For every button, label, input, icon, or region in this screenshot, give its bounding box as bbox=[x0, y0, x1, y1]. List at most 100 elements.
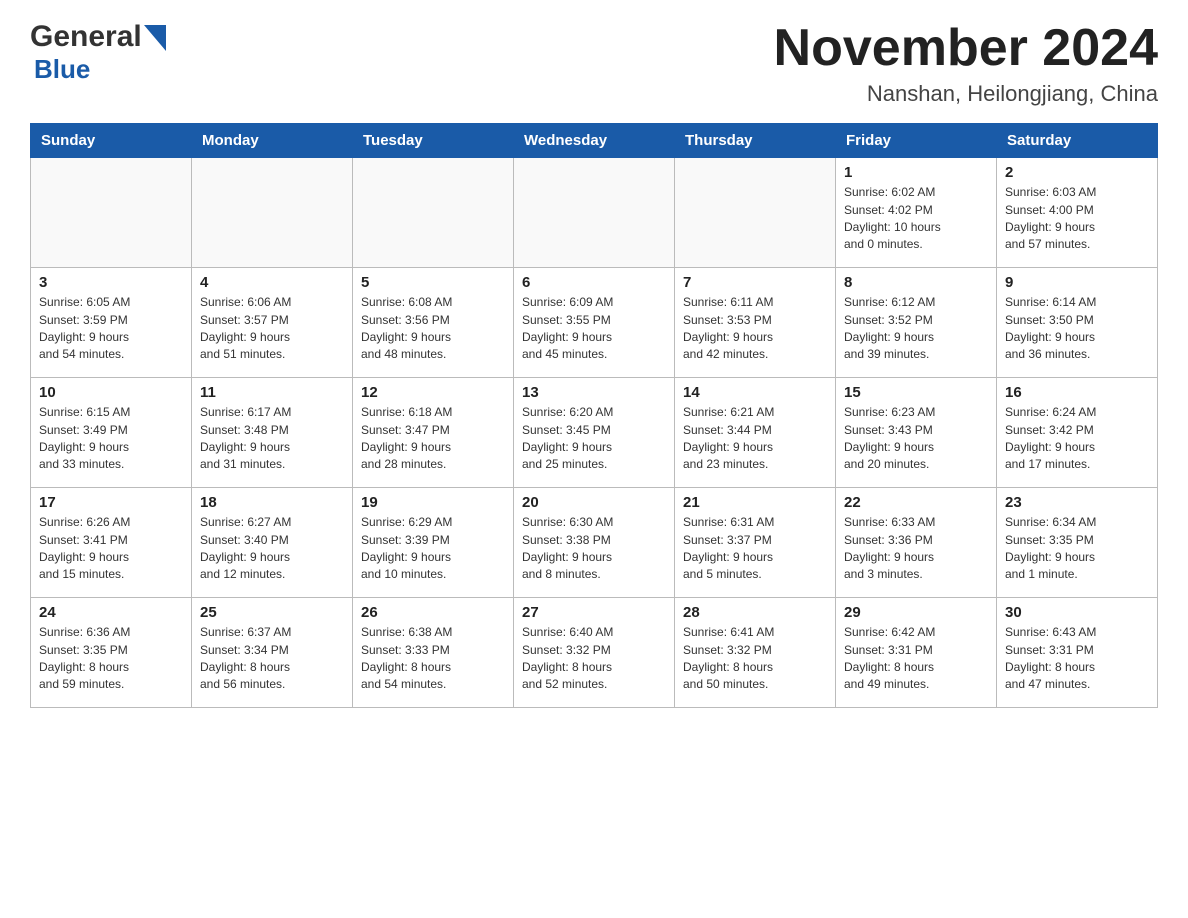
title-block: November 2024 Nanshan, Heilongjiang, Chi… bbox=[774, 20, 1158, 107]
day-info: Sunrise: 6:17 AM Sunset: 3:48 PM Dayligh… bbox=[200, 404, 344, 474]
calendar-day-cell: 5 Sunrise: 6:08 AM Sunset: 3:56 PM Daylig… bbox=[353, 268, 514, 378]
calendar-day-cell: 22Sunrise: 6:33 AM Sunset: 3:36 PM Dayli… bbox=[836, 488, 997, 598]
day-number: 21 bbox=[683, 494, 827, 511]
logo: General Blue bbox=[30, 20, 166, 85]
day-number: 18 bbox=[200, 494, 344, 511]
calendar-day-cell bbox=[353, 158, 514, 268]
calendar-table: SundayMondayTuesdayWednesdayThursdayFrid… bbox=[30, 123, 1158, 708]
day-info: Sunrise: 6:15 AM Sunset: 3:49 PM Dayligh… bbox=[39, 404, 183, 474]
day-number: 17 bbox=[39, 494, 183, 511]
day-number: 26 bbox=[361, 604, 505, 621]
day-info: Sunrise: 6:05 AM Sunset: 3:59 PM Dayligh… bbox=[39, 294, 183, 364]
calendar-day-cell: 30 Sunrise: 6:43 AM Sunset: 3:31 PM Dayli… bbox=[997, 598, 1158, 708]
day-info: Sunrise: 6:11 AM Sunset: 3:53 PM Dayligh… bbox=[683, 294, 827, 364]
day-info: Sunrise: 6:08 AM Sunset: 3:56 PM Dayligh… bbox=[361, 294, 505, 364]
day-number: 2 bbox=[1005, 164, 1149, 181]
calendar-day-cell: 24 Sunrise: 6:36 AM Sunset: 3:35 PM Dayli… bbox=[31, 598, 192, 708]
day-info: Sunrise: 6:31 AM Sunset: 3:37 PM Dayligh… bbox=[683, 514, 827, 584]
day-number: 19 bbox=[361, 494, 505, 511]
day-info: Sunrise: 6:38 AM Sunset: 3:33 PM Dayligh… bbox=[361, 624, 505, 694]
calendar-day-cell: 11 Sunrise: 6:17 AM Sunset: 3:48 PM Dayli… bbox=[192, 378, 353, 488]
calendar-day-cell: 2 Sunrise: 6:03 AM Sunset: 4:00 PM Daylig… bbox=[997, 158, 1158, 268]
day-number: 25 bbox=[200, 604, 344, 621]
calendar-week-row: 17 Sunrise: 6:26 AM Sunset: 3:41 PM Dayli… bbox=[31, 488, 1158, 598]
day-number: 4 bbox=[200, 274, 344, 291]
day-number: 9 bbox=[1005, 274, 1149, 291]
calendar-day-cell: 16Sunrise: 6:24 AM Sunset: 3:42 PM Dayli… bbox=[997, 378, 1158, 488]
day-number: 28 bbox=[683, 604, 827, 621]
calendar-day-cell: 3Sunrise: 6:05 AM Sunset: 3:59 PM Daylig… bbox=[31, 268, 192, 378]
day-info: Sunrise: 6:23 AM Sunset: 3:43 PM Dayligh… bbox=[844, 404, 988, 474]
day-number: 1 bbox=[844, 164, 988, 181]
day-info: Sunrise: 6:43 AM Sunset: 3:31 PM Dayligh… bbox=[1005, 624, 1149, 694]
calendar-day-cell: 7Sunrise: 6:11 AM Sunset: 3:53 PM Daylig… bbox=[675, 268, 836, 378]
calendar-day-cell: 28 Sunrise: 6:41 AM Sunset: 3:32 PM Dayli… bbox=[675, 598, 836, 708]
day-number: 16 bbox=[1005, 384, 1149, 401]
calendar-day-cell: 23 Sunrise: 6:34 AM Sunset: 3:35 PM Dayli… bbox=[997, 488, 1158, 598]
day-number: 12 bbox=[361, 384, 505, 401]
calendar-day-cell: 26 Sunrise: 6:38 AM Sunset: 3:33 PM Dayli… bbox=[353, 598, 514, 708]
day-info: Sunrise: 6:12 AM Sunset: 3:52 PM Dayligh… bbox=[844, 294, 988, 364]
calendar-week-row: 3Sunrise: 6:05 AM Sunset: 3:59 PM Daylig… bbox=[31, 268, 1158, 378]
day-info: Sunrise: 6:42 AM Sunset: 3:31 PM Dayligh… bbox=[844, 624, 988, 694]
day-info: Sunrise: 6:06 AM Sunset: 3:57 PM Dayligh… bbox=[200, 294, 344, 364]
day-number: 15 bbox=[844, 384, 988, 401]
calendar-day-cell: 27Sunrise: 6:40 AM Sunset: 3:32 PM Dayli… bbox=[514, 598, 675, 708]
calendar-day-cell bbox=[192, 158, 353, 268]
calendar-day-cell: 25 Sunrise: 6:37 AM Sunset: 3:34 PM Dayli… bbox=[192, 598, 353, 708]
day-info: Sunrise: 6:37 AM Sunset: 3:34 PM Dayligh… bbox=[200, 624, 344, 694]
day-number: 29 bbox=[844, 604, 988, 621]
calendar-day-cell: 21 Sunrise: 6:31 AM Sunset: 3:37 PM Dayli… bbox=[675, 488, 836, 598]
day-info: Sunrise: 6:36 AM Sunset: 3:35 PM Dayligh… bbox=[39, 624, 183, 694]
day-number: 8 bbox=[844, 274, 988, 291]
day-info: Sunrise: 6:14 AM Sunset: 3:50 PM Dayligh… bbox=[1005, 294, 1149, 364]
calendar-day-cell: 14 Sunrise: 6:21 AM Sunset: 3:44 PM Dayli… bbox=[675, 378, 836, 488]
day-number: 30 bbox=[1005, 604, 1149, 621]
calendar-day-cell bbox=[675, 158, 836, 268]
calendar-day-cell: 13Sunrise: 6:20 AM Sunset: 3:45 PM Dayli… bbox=[514, 378, 675, 488]
weekday-header-saturday: Saturday bbox=[997, 124, 1158, 158]
day-number: 20 bbox=[522, 494, 666, 511]
day-info: Sunrise: 6:29 AM Sunset: 3:39 PM Dayligh… bbox=[361, 514, 505, 584]
day-number: 10 bbox=[39, 384, 183, 401]
day-number: 23 bbox=[1005, 494, 1149, 511]
page-header: General Blue November 2024 Nanshan, Heil… bbox=[30, 20, 1158, 107]
calendar-day-cell: 12 Sunrise: 6:18 AM Sunset: 3:47 PM Dayli… bbox=[353, 378, 514, 488]
day-info: Sunrise: 6:02 AM Sunset: 4:02 PM Dayligh… bbox=[844, 184, 988, 254]
calendar-day-cell: 15 Sunrise: 6:23 AM Sunset: 3:43 PM Dayli… bbox=[836, 378, 997, 488]
calendar-day-cell: 8 Sunrise: 6:12 AM Sunset: 3:52 PM Daylig… bbox=[836, 268, 997, 378]
day-info: Sunrise: 6:33 AM Sunset: 3:36 PM Dayligh… bbox=[844, 514, 988, 584]
day-info: Sunrise: 6:41 AM Sunset: 3:32 PM Dayligh… bbox=[683, 624, 827, 694]
day-number: 5 bbox=[361, 274, 505, 291]
day-info: Sunrise: 6:34 AM Sunset: 3:35 PM Dayligh… bbox=[1005, 514, 1149, 584]
calendar-day-cell: 19 Sunrise: 6:29 AM Sunset: 3:39 PM Dayli… bbox=[353, 488, 514, 598]
weekday-header-monday: Monday bbox=[192, 124, 353, 158]
day-number: 6 bbox=[522, 274, 666, 291]
weekday-header-sunday: Sunday bbox=[31, 124, 192, 158]
calendar-week-row: 24 Sunrise: 6:36 AM Sunset: 3:35 PM Dayli… bbox=[31, 598, 1158, 708]
calendar-week-row: 1 Sunrise: 6:02 AM Sunset: 4:02 PM Daylig… bbox=[31, 158, 1158, 268]
day-number: 14 bbox=[683, 384, 827, 401]
calendar-header: SundayMondayTuesdayWednesdayThursdayFrid… bbox=[31, 124, 1158, 158]
month-title: November 2024 bbox=[774, 20, 1158, 77]
day-info: Sunrise: 6:03 AM Sunset: 4:00 PM Dayligh… bbox=[1005, 184, 1149, 254]
calendar-day-cell: 10 Sunrise: 6:15 AM Sunset: 3:49 PM Dayli… bbox=[31, 378, 192, 488]
calendar-day-cell: 29 Sunrise: 6:42 AM Sunset: 3:31 PM Dayli… bbox=[836, 598, 997, 708]
logo-triangle-icon bbox=[144, 25, 166, 51]
calendar-day-cell: 1 Sunrise: 6:02 AM Sunset: 4:02 PM Daylig… bbox=[836, 158, 997, 268]
logo-blue-text: Blue bbox=[34, 54, 90, 84]
day-info: Sunrise: 6:40 AM Sunset: 3:32 PM Dayligh… bbox=[522, 624, 666, 694]
day-number: 24 bbox=[39, 604, 183, 621]
weekday-header-tuesday: Tuesday bbox=[353, 124, 514, 158]
day-info: Sunrise: 6:18 AM Sunset: 3:47 PM Dayligh… bbox=[361, 404, 505, 474]
calendar-body: 1 Sunrise: 6:02 AM Sunset: 4:02 PM Daylig… bbox=[31, 158, 1158, 708]
location-subtitle: Nanshan, Heilongjiang, China bbox=[774, 81, 1158, 107]
logo-general-text: General bbox=[30, 20, 142, 54]
day-info: Sunrise: 6:20 AM Sunset: 3:45 PM Dayligh… bbox=[522, 404, 666, 474]
day-info: Sunrise: 6:26 AM Sunset: 3:41 PM Dayligh… bbox=[39, 514, 183, 584]
calendar-day-cell: 18Sunrise: 6:27 AM Sunset: 3:40 PM Dayli… bbox=[192, 488, 353, 598]
day-number: 11 bbox=[200, 384, 344, 401]
weekday-header-friday: Friday bbox=[836, 124, 997, 158]
calendar-day-cell: 4 Sunrise: 6:06 AM Sunset: 3:57 PM Daylig… bbox=[192, 268, 353, 378]
day-info: Sunrise: 6:21 AM Sunset: 3:44 PM Dayligh… bbox=[683, 404, 827, 474]
